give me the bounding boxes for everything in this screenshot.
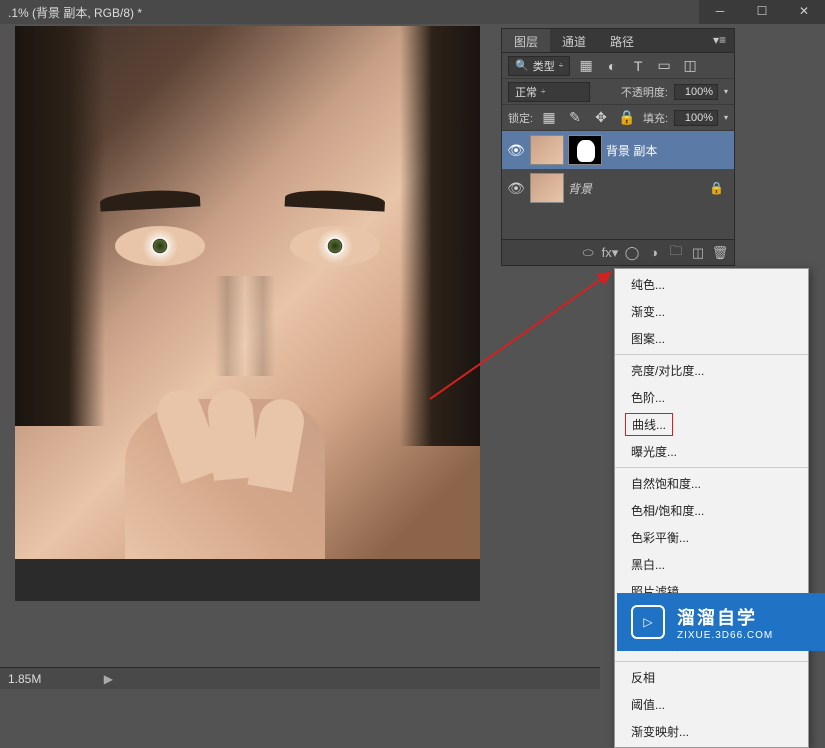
- menu-separator: [615, 467, 808, 468]
- menu-color-balance[interactable]: 色彩平衡...: [615, 524, 808, 551]
- document-titlebar: .1% (背景 副本, RGB/8) * ─ ☐ ✕: [0, 0, 825, 24]
- close-button[interactable]: ✕: [783, 0, 825, 24]
- fill-value[interactable]: 100%: [674, 110, 718, 126]
- tab-layers[interactable]: 图层: [502, 29, 550, 52]
- tab-channels[interactable]: 通道: [550, 29, 598, 52]
- blend-row: 正常 ÷ 不透明度: 100% ▾: [502, 79, 734, 105]
- menu-invert[interactable]: 反相: [615, 664, 808, 691]
- lock-icon: 🔒: [709, 181, 730, 195]
- mask-thumbnail[interactable]: [568, 135, 602, 165]
- lock-position-icon[interactable]: ✥: [591, 108, 611, 128]
- filter-type-icon[interactable]: T: [628, 56, 648, 76]
- maximize-button[interactable]: ☐: [741, 0, 783, 24]
- filter-image-icon[interactable]: ▦: [576, 56, 596, 76]
- menu-exposure[interactable]: 曝光度...: [615, 438, 808, 465]
- filter-adjustment-icon[interactable]: ◐: [602, 56, 622, 76]
- photo-content: [15, 26, 480, 559]
- lock-pixel-icon[interactable]: ✎: [565, 108, 585, 128]
- filter-smart-icon[interactable]: ◫: [680, 56, 700, 76]
- menu-threshold[interactable]: 阈值...: [615, 691, 808, 718]
- fx-icon[interactable]: fx▾: [600, 243, 620, 263]
- menu-levels[interactable]: 色阶...: [615, 384, 808, 411]
- lock-label: 锁定:: [508, 110, 533, 126]
- minimize-button[interactable]: ─: [699, 0, 741, 24]
- canvas[interactable]: [15, 26, 480, 601]
- opacity-value[interactable]: 100%: [674, 84, 718, 100]
- adjustment-menu: 纯色... 渐变... 图案... 亮度/对比度... 色阶... 曲线... …: [614, 268, 809, 748]
- menu-gradient-map[interactable]: 渐变映射...: [615, 718, 808, 745]
- layer-thumbnail[interactable]: [530, 135, 564, 165]
- layer-row[interactable]: 👁 背景 🔒: [502, 169, 734, 207]
- zoom-value[interactable]: 1.85M: [8, 672, 41, 686]
- document-title: .1% (背景 副本, RGB/8) *: [8, 4, 142, 21]
- chevron-icon[interactable]: ▾: [724, 113, 728, 122]
- menu-hue[interactable]: 色相/饱和度...: [615, 497, 808, 524]
- layer-thumbnail[interactable]: [530, 173, 564, 203]
- link-icon[interactable]: ⬭: [578, 243, 598, 263]
- filter-shape-icon[interactable]: ▭: [654, 56, 674, 76]
- tab-paths[interactable]: 路径: [598, 29, 646, 52]
- adjustment-icon[interactable]: ◑: [644, 243, 664, 263]
- scroll-right-icon[interactable]: ▶: [101, 672, 115, 686]
- panel-menu-button[interactable]: ▾≡: [705, 29, 734, 52]
- filter-type-dropdown[interactable]: 🔍 类型 ÷: [508, 56, 570, 76]
- menu-brightness[interactable]: 亮度/对比度...: [615, 357, 808, 384]
- blend-mode-dropdown[interactable]: 正常 ÷: [508, 82, 590, 102]
- chevron-icon[interactable]: ▾: [724, 87, 728, 96]
- layers-panel: 图层 通道 路径 ▾≡ 🔍 类型 ÷ ▦ ◐ T ▭ ◫ 正常 ÷ 不透明度: …: [501, 28, 735, 266]
- search-icon: 🔍: [515, 59, 529, 72]
- menu-curves[interactable]: 曲线...: [625, 413, 673, 436]
- group-icon[interactable]: 🗀: [666, 243, 686, 263]
- opacity-label: 不透明度:: [621, 84, 668, 100]
- watermark: ▷ 溜溜自学 ZIXUE.3D66.COM: [617, 593, 825, 651]
- watermark-url: ZIXUE.3D66.COM: [677, 630, 773, 641]
- chevron-down-icon: ÷: [541, 87, 545, 96]
- mask-icon[interactable]: ◯: [622, 243, 642, 263]
- window-controls: ─ ☐ ✕: [699, 0, 825, 24]
- lock-all-icon[interactable]: 🔒: [617, 108, 637, 128]
- menu-gradient[interactable]: 渐变...: [615, 298, 808, 325]
- menu-separator: [615, 661, 808, 662]
- menu-vibrance[interactable]: 自然饱和度...: [615, 470, 808, 497]
- visibility-icon[interactable]: 👁: [506, 180, 526, 197]
- menu-separator: [615, 354, 808, 355]
- watermark-title: 溜溜自学: [677, 604, 773, 630]
- lock-row: 锁定: ▦ ✎ ✥ 🔒 填充: 100% ▾: [502, 105, 734, 131]
- menu-pattern[interactable]: 图案...: [615, 325, 808, 352]
- fill-label: 填充:: [643, 110, 668, 126]
- new-layer-icon[interactable]: ◫: [688, 243, 708, 263]
- trash-icon[interactable]: 🗑: [710, 243, 730, 263]
- play-icon: ▷: [631, 605, 665, 639]
- panel-footer: ⬭ fx▾ ◯ ◑ 🗀 ◫ 🗑: [502, 239, 734, 265]
- layer-name[interactable]: 背景: [568, 180, 705, 197]
- layer-row[interactable]: 👁 背景 副本: [502, 131, 734, 169]
- menu-solid-color[interactable]: 纯色...: [615, 271, 808, 298]
- filter-row: 🔍 类型 ÷ ▦ ◐ T ▭ ◫: [502, 53, 734, 79]
- chevron-down-icon: ÷: [559, 61, 563, 70]
- panel-tabs: 图层 通道 路径 ▾≡: [502, 29, 734, 53]
- visibility-icon[interactable]: 👁: [506, 142, 526, 159]
- layer-name[interactable]: 背景 副本: [606, 142, 730, 159]
- layers-list: 👁 背景 副本 👁 背景 🔒: [502, 131, 734, 239]
- menu-black-white[interactable]: 黑白...: [615, 551, 808, 578]
- lock-transparent-icon[interactable]: ▦: [539, 108, 559, 128]
- status-bar: 1.85M ▶: [0, 667, 600, 689]
